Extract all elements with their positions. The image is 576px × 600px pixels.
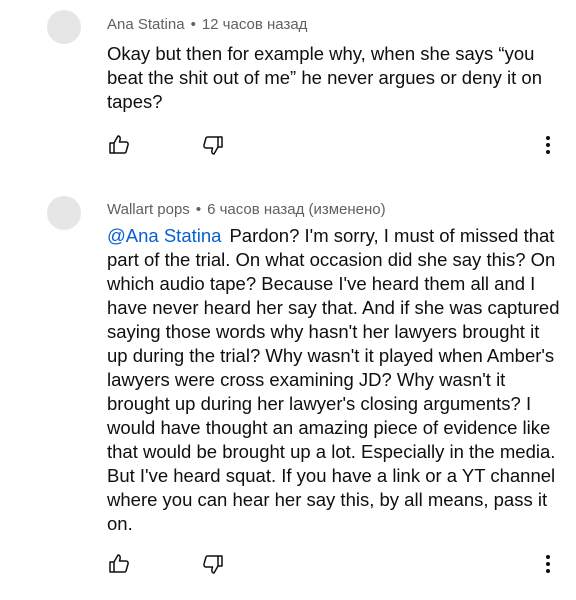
dislike-button[interactable]	[200, 134, 226, 160]
comment-actions	[0, 553, 576, 581]
comment-meta: Wallart pops • 6 часов назад (изменено)	[107, 201, 386, 218]
avatar[interactable]	[47, 196, 81, 230]
thumbs-down-icon	[201, 133, 225, 162]
comment-text: Okay but then for example why, when she …	[107, 42, 562, 114]
comment-time[interactable]: 12 часов назад	[202, 16, 308, 33]
comment-text: @Ana Statina Pardon? I'm sorry, I must of…	[107, 224, 562, 536]
comment-author[interactable]: Wallart pops	[107, 201, 190, 218]
comment-menu-button[interactable]	[538, 134, 558, 160]
comment-menu-button[interactable]	[538, 553, 558, 579]
dislike-button[interactable]	[200, 553, 226, 579]
thumbs-up-icon	[107, 133, 131, 162]
like-button[interactable]	[106, 553, 132, 579]
meta-separator: •	[195, 201, 202, 218]
like-button[interactable]	[106, 134, 132, 160]
comment-author[interactable]: Ana Statina	[107, 16, 185, 33]
comment-text-content: Okay but then for example why, when she …	[107, 43, 543, 112]
comment-actions	[0, 134, 576, 162]
more-vert-icon	[545, 135, 551, 160]
comment-text-content: Pardon? I'm sorry, I must of missed that…	[107, 225, 560, 534]
more-vert-icon	[545, 554, 551, 579]
thumbs-down-icon	[201, 552, 225, 581]
thumbs-up-icon	[107, 552, 131, 581]
mention-link[interactable]: @Ana Statina	[107, 225, 221, 246]
comment-time[interactable]: 6 часов назад (изменено)	[207, 201, 386, 218]
avatar[interactable]	[47, 10, 81, 44]
comment-meta: Ana Statina • 12 часов назад	[107, 16, 307, 33]
meta-separator: •	[190, 16, 196, 33]
